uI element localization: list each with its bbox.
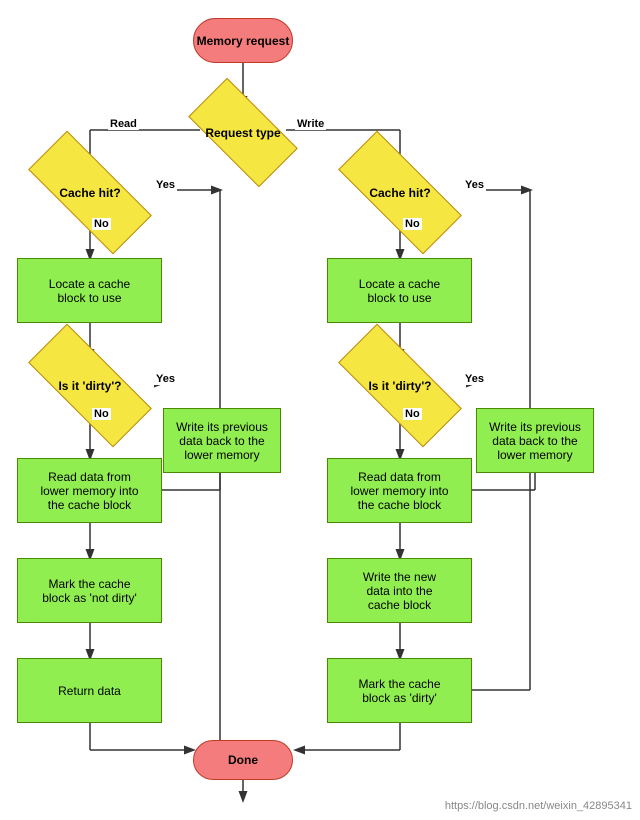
cache-hit-right-no: No — [403, 218, 422, 230]
dirty-left-no: No — [92, 408, 111, 420]
mark-dirty-process: Mark the cache block as 'dirty' — [327, 658, 472, 723]
cache-hit-right-yes: Yes — [463, 179, 486, 191]
mark-dirty-label: Mark the cache block as 'dirty' — [358, 677, 440, 705]
dirty-left-diamond: Is it 'dirty'? — [30, 358, 150, 413]
mark-not-dirty-label: Mark the cache block as 'not dirty' — [42, 577, 137, 605]
dirty-right-yes: Yes — [463, 373, 486, 385]
watermark: https://blog.csdn.net/weixin_42895341 — [445, 800, 632, 812]
write-back-right-process: Write its previous data back to the lowe… — [476, 408, 594, 473]
locate-left-process: Locate a cache block to use — [17, 258, 162, 323]
dirty-left-bg — [28, 324, 152, 448]
read-mem-right-process: Read data from lower memory into the cac… — [327, 458, 472, 523]
cache-hit-left-bg — [28, 131, 152, 255]
write-new-data-process: Write the new data into the cache block — [327, 558, 472, 623]
dirty-right-no: No — [403, 408, 422, 420]
done-node: Done — [193, 740, 293, 780]
read-label: Read — [108, 118, 139, 130]
read-mem-left-process: Read data from lower memory into the cac… — [17, 458, 162, 523]
write-new-data-label: Write the new data into the cache block — [363, 570, 436, 612]
locate-left-label: Locate a cache block to use — [49, 277, 130, 305]
cache-hit-left-diamond: Cache hit? — [30, 165, 150, 220]
flowchart: Memory request Request type Read Write C… — [0, 0, 640, 820]
cache-hit-right-bg — [338, 131, 462, 255]
locate-right-label: Locate a cache block to use — [359, 277, 440, 305]
cache-hit-left-no: No — [92, 218, 111, 230]
mark-not-dirty-process: Mark the cache block as 'not dirty' — [17, 558, 162, 623]
write-back-left-label: Write its previous data back to the lowe… — [176, 420, 268, 462]
dirty-right-bg — [338, 324, 462, 448]
read-mem-left-label: Read data from lower memory into the cac… — [40, 470, 138, 512]
done-label: Done — [228, 753, 258, 767]
memory-request-label: Memory request — [197, 34, 290, 48]
memory-request-node: Memory request — [193, 18, 293, 63]
write-label: Write — [295, 118, 326, 130]
request-type-diamond: Request type — [193, 105, 293, 160]
locate-right-process: Locate a cache block to use — [327, 258, 472, 323]
dirty-left-yes: Yes — [154, 373, 177, 385]
cache-hit-left-yes: Yes — [154, 179, 177, 191]
dirty-right-diamond: Is it 'dirty'? — [340, 358, 460, 413]
return-data-process: Return data — [17, 658, 162, 723]
write-back-right-label: Write its previous data back to the lowe… — [489, 420, 581, 462]
cache-hit-right-diamond: Cache hit? — [340, 165, 460, 220]
return-data-label: Return data — [58, 684, 121, 698]
request-type-diamond-bg — [188, 78, 298, 188]
write-back-left-process: Write its previous data back to the lowe… — [163, 408, 281, 473]
read-mem-right-label: Read data from lower memory into the cac… — [350, 470, 448, 512]
